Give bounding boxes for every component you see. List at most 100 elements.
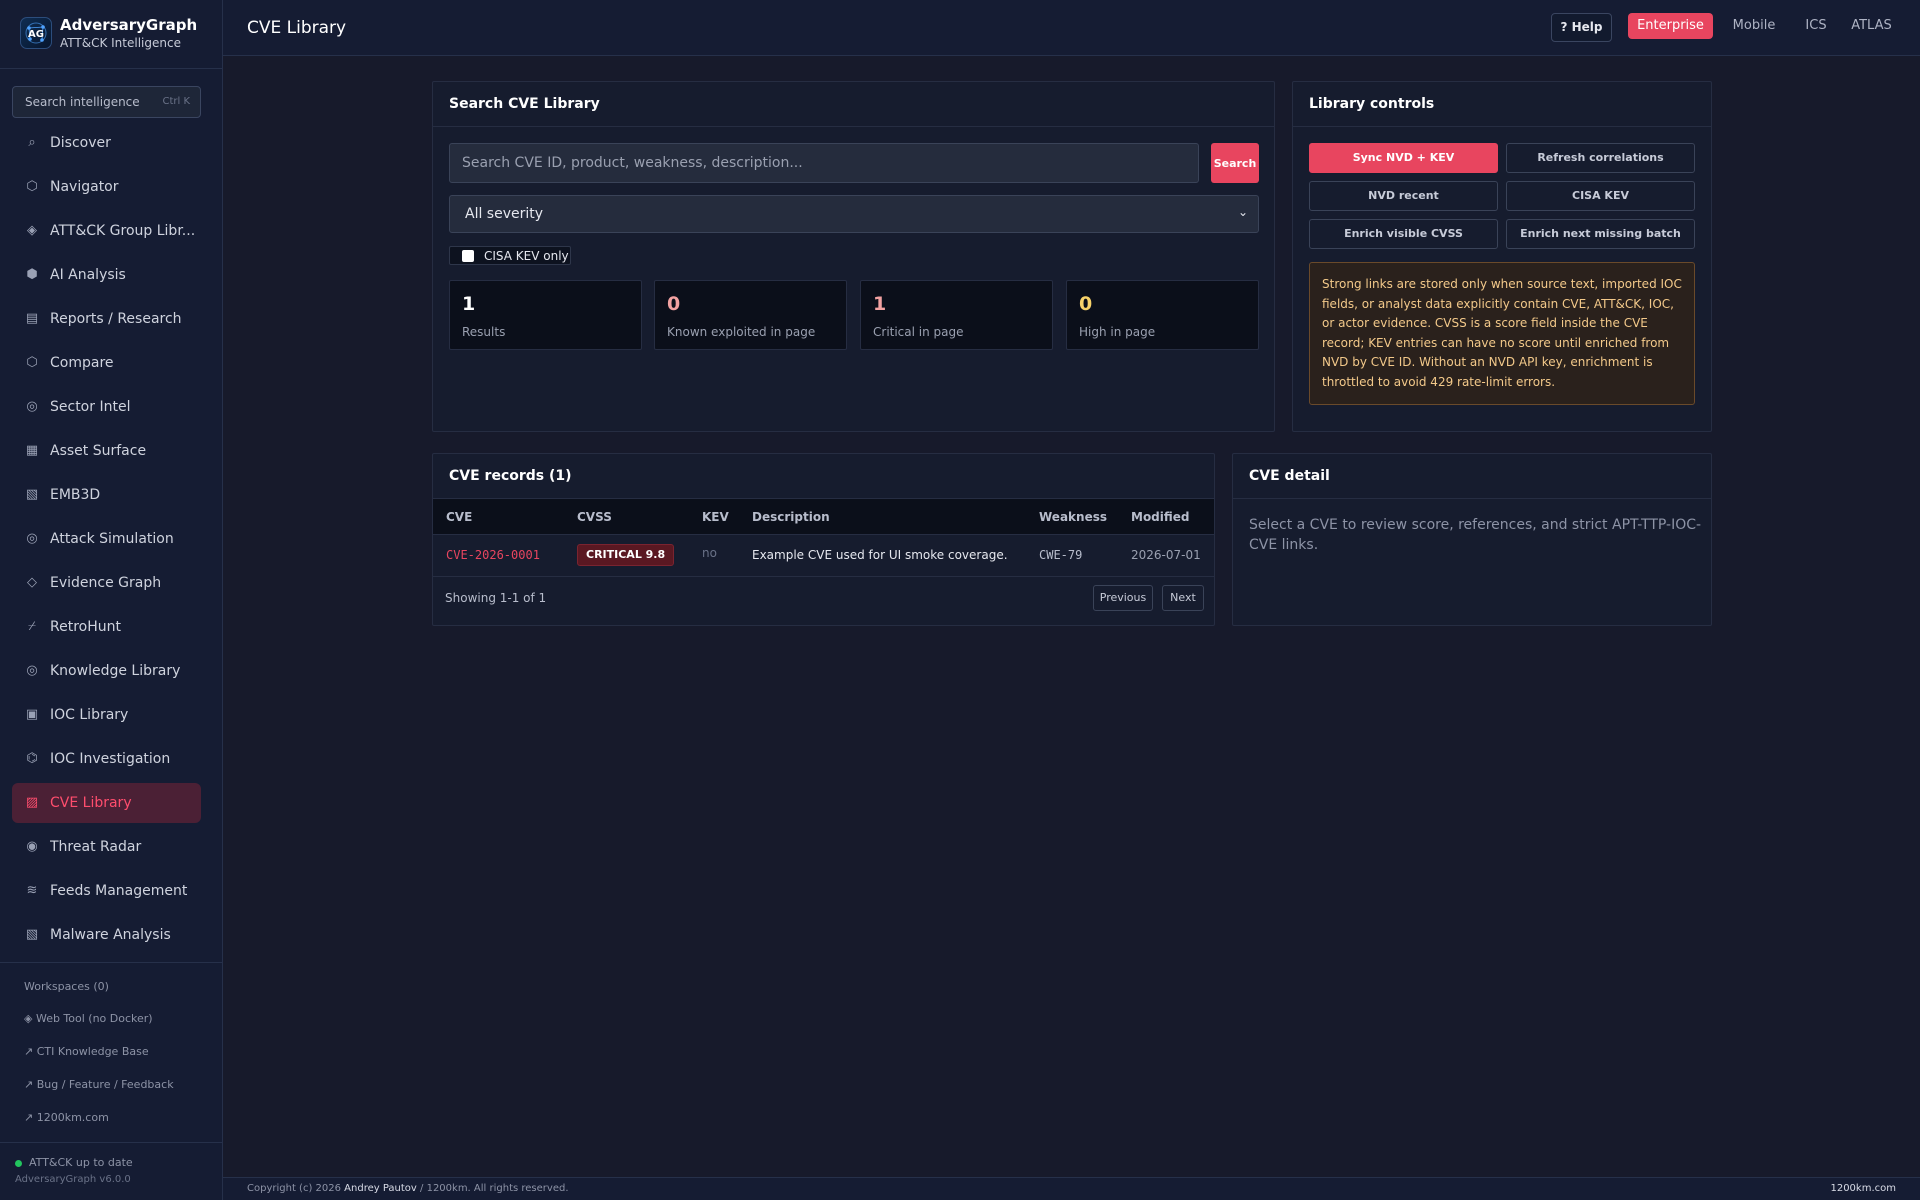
sidebar-item-navigator[interactable]: ⬡ Navigator (12, 167, 201, 207)
page-title: CVE Library (247, 18, 347, 38)
sidebar-search-input[interactable]: Search intelligence Ctrl K (12, 86, 201, 118)
author-name: Andrey Pautov (344, 1183, 417, 1194)
enrich-visible-cvss-button[interactable]: Enrich visible CVSS (1309, 219, 1498, 249)
severity-select[interactable]: All severity ⌄ (449, 195, 1259, 233)
sidebar-item-att-ck-group-libr[interactable]: ◈ ATT&CK Group Libr... (12, 211, 201, 251)
sidebar-item-ioc-library[interactable]: ▣ IOC Library (12, 695, 201, 735)
tab-enterprise[interactable]: Enterprise (1628, 13, 1713, 39)
column-modified[interactable]: Modified (1131, 510, 1190, 524)
next-page-button[interactable]: Next (1162, 585, 1204, 611)
status-dot-icon (15, 1159, 22, 1167)
help-button[interactable]: ? Help (1551, 13, 1612, 42)
chevron-down-icon: ⌄ (1237, 205, 1248, 219)
panel-header: Library controls (1293, 82, 1711, 127)
sidebar-item-knowledge-library[interactable]: ◎ Knowledge Library (12, 651, 201, 691)
matrix-tabs: Enterprise Mobile ICS ATLAS (1628, 13, 1900, 42)
kev-only-checkbox[interactable]: CISA KEV only (449, 246, 571, 265)
brand-subtitle: ATT&CK Intelligence (60, 36, 181, 50)
radar-icon: ◉ (26, 839, 38, 854)
cisa-kev-button[interactable]: CISA KEV (1506, 181, 1695, 211)
sidebar-item-label: AI Analysis (50, 267, 126, 283)
sidebar-item-label: Feeds Management (50, 883, 188, 899)
site-link[interactable]: ↗ 1200km.com (24, 1111, 109, 1124)
sidebar-item-label: Asset Surface (50, 443, 147, 459)
tab-mobile[interactable]: Mobile (1719, 13, 1789, 39)
target-icon: ◎ (26, 663, 38, 678)
search-button[interactable]: Search (1211, 143, 1259, 183)
sidebar-item-label: Navigator (50, 179, 119, 195)
copyright: Copyright (c) 2026 Andrey Pautov / 1200k… (247, 1183, 569, 1194)
copyright-suffix: / 1200km. All rights reserved. (420, 1183, 569, 1194)
sidebar-item-attack-simulation[interactable]: ◎ Attack Simulation (12, 519, 201, 559)
refresh-correlations-button[interactable]: Refresh correlations (1506, 143, 1695, 173)
hexagon-filled-icon: ⬢ (26, 267, 38, 282)
kev-value: no (702, 546, 717, 560)
sidebar-item-discover[interactable]: ⌕ Discover (12, 123, 201, 163)
sidebar-item-retrohunt[interactable]: ⌿ RetroHunt (12, 607, 201, 647)
feedback-link[interactable]: ↗ Bug / Feature / Feedback (24, 1078, 174, 1091)
diamond-outline-icon: ◇ (27, 575, 37, 590)
modified-date: 2026-07-01 (1131, 548, 1201, 562)
hatched-square-icon: ▨ (25, 795, 39, 810)
detail-empty-state: Select a CVE to review score, references… (1249, 517, 1702, 553)
column-cve[interactable]: CVE (446, 510, 472, 524)
sidebar-item-label: CVE Library (50, 795, 132, 811)
sidebar-divider (0, 962, 223, 963)
tab-atlas[interactable]: ATLAS (1843, 13, 1900, 39)
top-header: CVE Library ? Help Enterprise Mobile ICS… (223, 0, 1920, 56)
sidebar-item-compare[interactable]: ⬡ Compare (12, 343, 201, 383)
cve-description: Example CVE used for UI smoke coverage. (752, 548, 1008, 562)
nvd-recent-button[interactable]: NVD recent (1309, 181, 1498, 211)
stat-value: 0 (667, 293, 681, 315)
footer-site-link[interactable]: 1200km.com (1830, 1183, 1896, 1194)
sidebar-item-threat-radar[interactable]: ◉ Threat Radar (12, 827, 201, 867)
sidebar-divider (0, 1142, 223, 1143)
search-icon: ⌕ (28, 135, 36, 150)
web-tool-link[interactable]: ◈ Web Tool (no Docker) (24, 1012, 153, 1025)
stat-label: Results (462, 325, 506, 339)
search-panel-title: Search CVE Library (449, 96, 600, 112)
cve-id-link[interactable]: CVE-2026-0001 (446, 548, 540, 562)
hex-ring-icon: ⌬ (26, 751, 38, 766)
table-header: CVE CVSS KEV Description Weakness Modifi… (433, 499, 1214, 535)
cti-knowledge-base-link[interactable]: ↗ CTI Knowledge Base (24, 1045, 149, 1058)
cve-search-input[interactable] (449, 143, 1199, 183)
sidebar-item-reports-research[interactable]: ▤ Reports / Research (12, 299, 201, 339)
stat-known-exploited: 0 Known exploited in page (654, 280, 847, 350)
sidebar-item-cve-library[interactable]: ▨ CVE Library (12, 783, 201, 823)
enrich-next-batch-button[interactable]: Enrich next missing batch (1506, 219, 1695, 249)
stat-label: Critical in page (873, 325, 964, 339)
copyright-prefix: Copyright (c) 2026 (247, 1183, 341, 1194)
sidebar-item-emb3d[interactable]: ▧ EMB3D (12, 475, 201, 515)
sidebar-item-sector-intel[interactable]: ◎ Sector Intel (12, 387, 201, 427)
sidebar-item-label: ATT&CK Group Libr... (50, 223, 196, 239)
cve-records-panel: CVE records (1) CVE CVSS KEV Description… (432, 453, 1215, 626)
sidebar-item-evidence-graph[interactable]: ◇ Evidence Graph (12, 563, 201, 603)
workspaces-link[interactable]: Workspaces (0) (24, 980, 109, 993)
panel-header: CVE detail (1233, 454, 1711, 499)
attack-status: ATT&CK up to date (15, 1156, 133, 1169)
correlation-info-note: Strong links are stored only when source… (1309, 262, 1695, 405)
sidebar-item-label: Compare (50, 355, 114, 371)
sidebar-item-label: Evidence Graph (50, 575, 162, 591)
stat-high: 0 High in page (1066, 280, 1259, 350)
column-cvss[interactable]: CVSS (577, 510, 612, 524)
previous-page-button[interactable]: Previous (1093, 585, 1153, 611)
column-description[interactable]: Description (752, 510, 830, 524)
table-row[interactable]: CVE-2026-0001 CRITICAL 9.8 no Example CV… (433, 535, 1214, 577)
sidebar-item-ioc-investigation[interactable]: ⌬ IOC Investigation (12, 739, 201, 779)
diamond-icon: ◈ (27, 223, 37, 238)
sidebar-item-ai-analysis[interactable]: ⬢ AI Analysis (12, 255, 201, 295)
target-icon: ◎ (26, 531, 38, 546)
sidebar-item-asset-surface[interactable]: ▦ Asset Surface (12, 431, 201, 471)
tab-ics[interactable]: ICS (1795, 13, 1837, 39)
sidebar-item-label: IOC Library (50, 707, 129, 723)
sidebar-item-feeds-management[interactable]: ≋ Feeds Management (12, 871, 201, 911)
sidebar-item-malware-analysis[interactable]: ▧ Malware Analysis (12, 915, 201, 955)
column-weakness[interactable]: Weakness (1039, 510, 1107, 524)
column-kev[interactable]: KEV (702, 510, 729, 524)
search-panel: Search CVE Library Search All severity ⌄… (432, 81, 1275, 432)
sidebar-search-placeholder: Search intelligence (25, 95, 140, 109)
sync-nvd-kev-button[interactable]: Sync NVD + KEV (1309, 143, 1498, 173)
svg-text:AG: AG (28, 29, 44, 40)
